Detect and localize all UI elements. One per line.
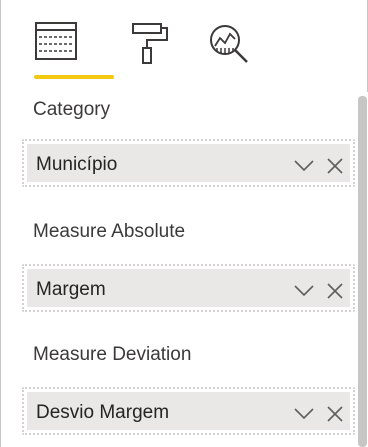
chevron-down-icon[interactable]: [293, 403, 315, 423]
category-field-pill[interactable]: Município: [27, 144, 350, 182]
measure-deviation-well[interactable]: Desvio Margem: [22, 387, 355, 435]
pane-tab-bar: [1, 0, 368, 92]
category-label: Category: [33, 99, 111, 120]
visualizations-pane: Category Município Measure Absolute Marg…: [0, 0, 368, 447]
measure-deviation-field-pill[interactable]: Desvio Margem: [27, 392, 350, 430]
scrollbar-thumb[interactable]: [358, 96, 367, 447]
measure-absolute-label: Measure Absolute: [33, 221, 186, 242]
active-tab-indicator: [34, 75, 114, 79]
close-icon[interactable]: [325, 155, 345, 175]
close-icon[interactable]: [325, 280, 345, 300]
chevron-down-icon[interactable]: [293, 155, 315, 175]
format-paint-roller-icon: [129, 22, 173, 66]
category-well[interactable]: Município: [22, 139, 355, 187]
fields-table-icon: [35, 22, 79, 66]
chevron-down-icon[interactable]: [293, 280, 315, 300]
tab-analytics[interactable]: [207, 22, 251, 66]
measure-deviation-field-name: Desvio Margem: [36, 402, 170, 423]
tab-fields[interactable]: [35, 22, 79, 66]
close-icon[interactable]: [325, 403, 345, 423]
measure-absolute-field-pill[interactable]: Margem: [27, 269, 350, 307]
measure-absolute-well[interactable]: Margem: [22, 264, 355, 312]
measure-deviation-label: Measure Deviation: [33, 344, 192, 365]
category-field-name: Município: [36, 154, 118, 175]
tab-format[interactable]: [129, 22, 173, 66]
analytics-magnifier-icon: [207, 22, 251, 66]
measure-absolute-field-name: Margem: [36, 279, 106, 300]
